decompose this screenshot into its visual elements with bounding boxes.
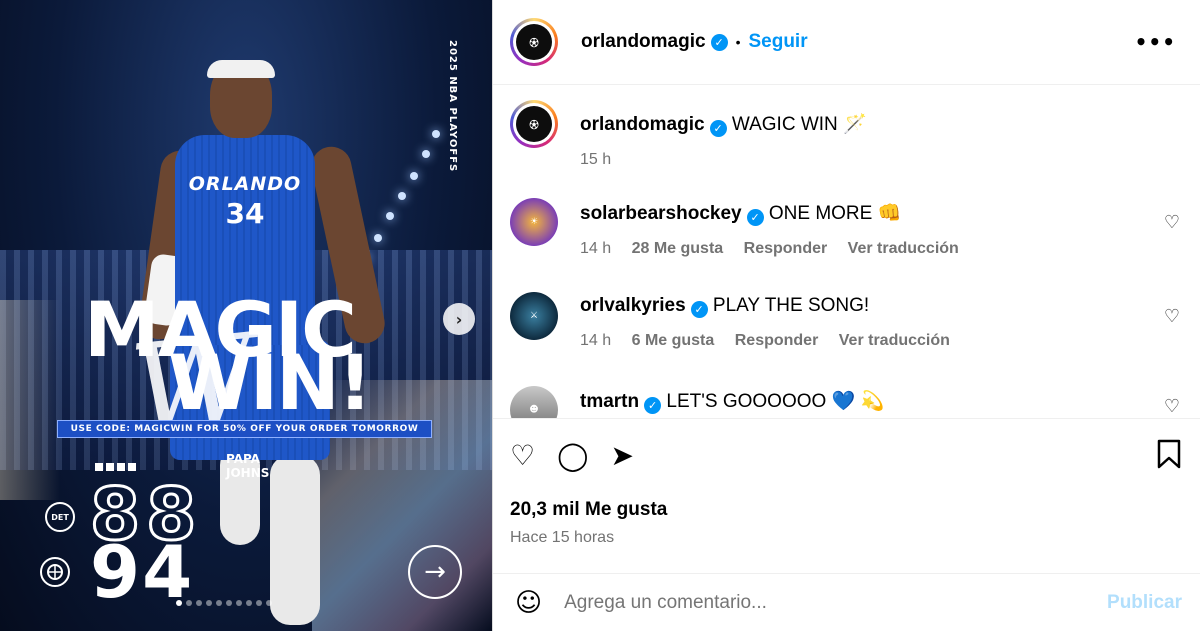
carousel-dot xyxy=(236,600,242,606)
reply-button[interactable]: Responder xyxy=(744,240,828,257)
sponsor-logo: PAPA JOHNS xyxy=(226,452,269,480)
verified-icon: ✓ xyxy=(746,209,764,226)
comment-text: LET'S GOOOOOO 💙 💫 xyxy=(666,391,885,412)
emoji-icon[interactable]: ☺ xyxy=(515,588,542,618)
comment-username[interactable]: solarbearshockey xyxy=(580,203,742,224)
follow-button[interactable]: Seguir xyxy=(748,31,807,53)
more-options-icon[interactable]: ••• xyxy=(1135,30,1176,54)
promo-banner: USE CODE: MAGICWIN FOR 50% OFF YOUR ORDE… xyxy=(57,420,432,438)
sponsor-line1: PAPA xyxy=(226,452,260,466)
reply-button[interactable]: Responder xyxy=(735,332,819,349)
comment-username[interactable]: tmartn xyxy=(580,391,639,412)
avatar[interactable]: ⚽︎ xyxy=(510,18,558,66)
verified-icon: ✓ xyxy=(710,33,728,51)
carousel-dots xyxy=(176,600,272,606)
comment-username[interactable]: orlvalkyries xyxy=(580,295,686,316)
carousel-dot xyxy=(246,600,252,606)
comment-text: ONE MORE 👊 xyxy=(768,203,902,224)
comment-item: ⚔ orlvalkyries ✓ PLAY THE SONG! 14 h 6 Me… xyxy=(510,292,1180,350)
comment-time: 14 h xyxy=(580,240,612,257)
post-header: ⚽︎ orlandomagic ✓ • Seguir ••• xyxy=(493,0,1200,85)
bookmark-icon[interactable] xyxy=(1156,439,1182,476)
verified-icon: ✓ xyxy=(644,397,662,414)
jersey-number: 34 xyxy=(225,197,265,230)
post-sidebar: ⚽︎ orlandomagic ✓ • Seguir ••• ⚽︎ orland… xyxy=(492,0,1200,631)
header-username[interactable]: orlandomagic xyxy=(581,31,706,53)
post-image[interactable]: ORLANDO 34 2025 NBA PLAYOFFS MAGIC WIN! … xyxy=(0,0,492,631)
carousel-dot xyxy=(206,600,212,606)
avatar[interactable]: ⚔ xyxy=(510,292,558,340)
carousel-next-button[interactable]: › xyxy=(443,303,475,335)
caption-username[interactable]: orlandomagic xyxy=(580,114,705,135)
caption-text: WAGIC WIN 🪄 xyxy=(731,114,867,135)
caption-time: 15 h xyxy=(580,151,612,168)
arrow-right-icon: → xyxy=(408,545,462,599)
comment-composer: ☺ Publicar xyxy=(493,573,1200,631)
light-flare-left xyxy=(0,300,60,500)
det-team-logo: DET xyxy=(45,502,75,532)
comment-input[interactable] xyxy=(564,591,1085,614)
comment-text: PLAY THE SONG! xyxy=(712,295,870,316)
post-caption: ⚽︎ orlandomagic ✓ WAGIC WIN 🪄 15 h xyxy=(510,100,867,169)
comment-icon[interactable]: ◯ xyxy=(557,439,588,472)
post-actions: ♡ ◯ ➤ 20,3 mil Me gusta Hace 15 horas xyxy=(493,418,1200,583)
orlando-magic-logo-icon: ⚽︎ xyxy=(516,106,552,142)
carousel-dot xyxy=(256,600,262,606)
carousel-dot xyxy=(196,600,202,606)
share-icon[interactable]: ➤ xyxy=(610,439,633,472)
playoffs-label: 2025 NBA PLAYOFFS xyxy=(447,40,458,173)
publish-button[interactable]: Publicar xyxy=(1107,592,1182,614)
verified-icon: ✓ xyxy=(690,301,708,318)
like-comment-icon[interactable]: ♡ xyxy=(1164,212,1180,233)
carousel-dot xyxy=(266,600,272,606)
separator: • xyxy=(735,34,741,50)
likes-count[interactable]: 20,3 mil Me gusta xyxy=(510,499,667,521)
translate-button[interactable]: Ver traducción xyxy=(839,332,950,349)
avatar[interactable]: ⚽︎ xyxy=(510,100,558,148)
like-comment-icon[interactable]: ♡ xyxy=(1164,396,1180,417)
carousel-dot xyxy=(186,600,192,606)
comment-item: ☀ solarbearshockey ✓ ONE MORE 👊 14 h 28 M… xyxy=(510,198,1180,258)
like-comment-icon[interactable]: ♡ xyxy=(1164,306,1180,327)
carousel-dot xyxy=(216,600,222,606)
orlando-team-logo xyxy=(40,557,70,587)
jersey-name: ORLANDO xyxy=(188,173,302,195)
comment-likes[interactable]: 28 Me gusta xyxy=(632,240,724,257)
avatar[interactable]: ☀ xyxy=(510,198,558,246)
series-indicator xyxy=(95,463,136,471)
carousel-dot xyxy=(226,600,232,606)
translate-button[interactable]: Ver traducción xyxy=(848,240,959,257)
avatar[interactable]: ☻ xyxy=(510,386,558,418)
home-score: 94 xyxy=(90,530,195,614)
post-timestamp: Hace 15 horas xyxy=(510,529,615,546)
sponsor-line2: JOHNS xyxy=(226,466,270,480)
orlando-magic-logo-icon: ⚽︎ xyxy=(516,24,552,60)
heart-icon[interactable]: ♡ xyxy=(510,439,535,472)
verified-icon: ✓ xyxy=(709,120,727,137)
comment-item: ☻ tmartn ✓ LET'S GOOOOOO 💙 💫 ♡ xyxy=(510,386,1180,418)
comment-time: 14 h xyxy=(580,332,612,349)
comment-likes[interactable]: 6 Me gusta xyxy=(632,332,715,349)
carousel-dot xyxy=(176,600,182,606)
